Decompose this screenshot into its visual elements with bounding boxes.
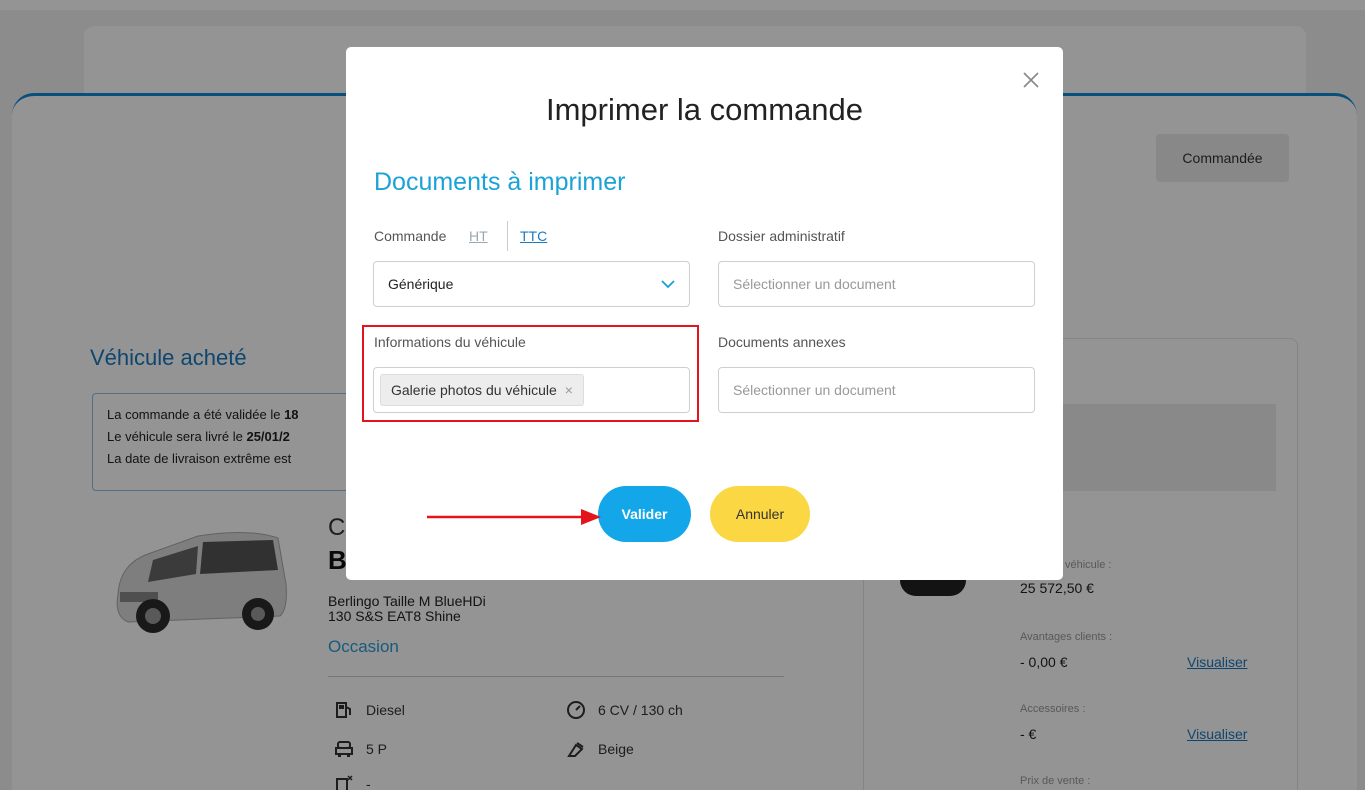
- annex-docs-label: Documents annexes: [718, 334, 846, 350]
- annotation-highlight-box: [362, 325, 699, 422]
- validate-button[interactable]: Valider: [598, 486, 691, 542]
- order-label: Commande: [374, 228, 447, 244]
- chevron-down-icon: [661, 280, 675, 289]
- tab-separator: [507, 221, 508, 251]
- annex-docs-select[interactable]: Sélectionner un document: [718, 367, 1035, 413]
- admin-file-select[interactable]: Sélectionner un document: [718, 261, 1035, 307]
- tab-ttc[interactable]: TTC: [520, 228, 547, 244]
- annotation-arrow-icon: [427, 509, 601, 525]
- modal-title: Imprimer la commande: [546, 92, 863, 127]
- admin-file-placeholder: Sélectionner un document: [733, 276, 896, 292]
- order-template-value: Générique: [388, 276, 454, 292]
- tab-ht[interactable]: HT: [469, 228, 488, 244]
- cancel-button[interactable]: Annuler: [710, 486, 810, 542]
- order-template-select[interactable]: Générique: [373, 261, 690, 307]
- modal-subtitle: Documents à imprimer: [374, 168, 626, 196]
- annex-docs-placeholder: Sélectionner un document: [733, 382, 896, 398]
- admin-file-label: Dossier administratif: [718, 228, 845, 244]
- close-icon[interactable]: [1020, 69, 1042, 91]
